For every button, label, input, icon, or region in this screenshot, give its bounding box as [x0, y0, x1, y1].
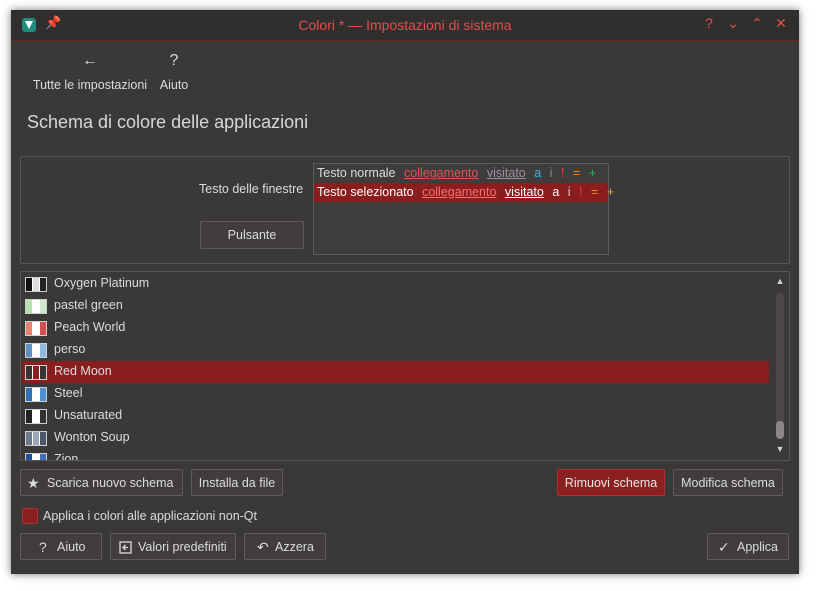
help-button-label: Aiuto	[57, 540, 86, 554]
scrollbar-thumb[interactable]	[776, 421, 784, 439]
settings-window: 📌 Colori * — Impostazioni di sistema ? ⌄…	[11, 10, 799, 574]
window-text-label: Testo delle finestre	[199, 182, 304, 196]
undo-icon: ↶	[257, 539, 269, 555]
normal-text-row: Testo normale collegamento visitato a i …	[314, 164, 608, 183]
list-item[interactable]: Red Moon	[22, 361, 769, 383]
window-title: Colori * — Impostazioni di sistema	[298, 17, 512, 33]
back-label: Tutte le impostazioni	[32, 78, 148, 92]
apply-button[interactable]: ✓ Applica	[707, 533, 789, 560]
selected-positive-sample: +	[606, 185, 615, 199]
link-sample: collegamento	[404, 166, 479, 180]
list-item[interactable]: pastel green	[22, 295, 769, 317]
selected-inactive-sample: i	[567, 185, 571, 199]
selected-text-row: Testo selezionato collegamento visitato …	[314, 183, 614, 202]
arrow-left-icon: ←	[82, 52, 98, 69]
selected-visited-sample: visitato	[504, 185, 544, 199]
scheme-name: pastel green	[54, 298, 123, 312]
color-scheme-list[interactable]: Oxygen Platinum pastel green Peach World pe…	[20, 271, 790, 461]
selected-active-sample: a	[552, 185, 560, 199]
apply-non-qt-label: Applica i colori alle applicazioni non-Q…	[43, 509, 258, 523]
apply-non-qt-checkbox[interactable]	[22, 508, 38, 524]
scheme-preview-icon	[25, 453, 47, 460]
scheme-preview-icon	[25, 277, 47, 292]
help-window-button[interactable]: ?	[701, 15, 717, 31]
scheme-name: Unsaturated	[54, 408, 123, 422]
selected-negative-sample: !	[579, 185, 583, 199]
edit-scheme-button[interactable]: Modifica schema	[673, 469, 783, 496]
back-all-settings-button[interactable]: ← Tutte le impostazioni	[23, 50, 157, 92]
title-bar[interactable]: 📌 Colori * — Impostazioni di sistema ? ⌄…	[11, 10, 799, 41]
scrollbar[interactable]: ▲ ▼	[773, 273, 787, 459]
close-button[interactable]: ✕	[773, 15, 789, 32]
scheme-name: Peach World	[54, 320, 126, 334]
defaults-button[interactable]: Valori predefiniti	[110, 533, 236, 560]
list-item[interactable]: Oxygen Platinum	[22, 273, 769, 295]
help-label: Aiuto	[159, 78, 189, 92]
list-item[interactable]: Unsaturated	[22, 405, 769, 427]
selected-link-sample: collegamento	[422, 185, 497, 199]
scheme-name: Zion	[54, 452, 79, 461]
text-sample-box: Testo normale collegamento visitato a i …	[313, 163, 614, 255]
selected-text: Testo selezionato	[317, 185, 414, 199]
help-button[interactable]: ? Aiuto	[20, 533, 102, 560]
color-preview-panel: Testo delle finestre Pulsante Testo norm…	[20, 156, 790, 264]
scheme-preview-icon	[25, 409, 47, 424]
scheme-name: perso	[54, 342, 86, 356]
scheme-preview-icon	[25, 299, 47, 314]
scroll-down-icon[interactable]: ▼	[773, 444, 787, 454]
page-title: Schema di colore delle applicazioni	[27, 112, 309, 132]
checkmark-icon: ✓	[718, 539, 730, 555]
help-icon: ?	[39, 539, 47, 555]
list-item[interactable]: Steel	[22, 383, 769, 405]
help-icon: ?	[169, 52, 179, 69]
preview-button: Pulsante	[200, 221, 304, 249]
list-item[interactable]: Wonton Soup	[22, 427, 769, 449]
scroll-up-icon[interactable]: ▲	[773, 276, 787, 286]
reset-label: Azzera	[275, 540, 314, 554]
download-scheme-button[interactable]: ★ Scarica nuovo schema	[20, 469, 183, 496]
list-item[interactable]: Peach World	[22, 317, 769, 339]
scheme-name: Red Moon	[54, 364, 112, 378]
neutral-sample: =	[572, 166, 581, 180]
remove-scheme-button[interactable]: Rimuovi schema	[557, 469, 665, 496]
scheme-preview-icon	[25, 431, 47, 446]
maximize-button[interactable]: ⌃	[749, 15, 765, 32]
restore-defaults-icon	[119, 541, 132, 554]
positive-sample: +	[588, 166, 597, 180]
inactive-sample: i	[549, 166, 553, 180]
active-sample: a	[534, 166, 542, 180]
selected-neutral-sample: =	[590, 185, 599, 199]
negative-sample: !	[560, 166, 565, 180]
normal-text: Testo normale	[317, 166, 396, 180]
scheme-name: Wonton Soup	[54, 430, 130, 444]
minimize-button[interactable]: ⌄	[725, 15, 741, 32]
download-label: Scarica nuovo schema	[47, 476, 174, 490]
defaults-label: Valori predefiniti	[138, 540, 227, 554]
scheme-name: Steel	[54, 386, 83, 400]
star-icon: ★	[27, 475, 40, 491]
help-nav-button[interactable]: ? Aiuto	[155, 50, 193, 92]
scheme-preview-icon	[25, 387, 47, 402]
install-from-file-button[interactable]: Installa da file	[191, 469, 283, 496]
visited-sample: visitato	[486, 166, 526, 180]
scheme-preview-icon	[25, 365, 47, 380]
scheme-preview-icon	[25, 343, 47, 358]
list-item[interactable]: Zion	[22, 449, 769, 461]
scheme-preview-icon	[25, 321, 47, 336]
scrollbar-track[interactable]	[776, 293, 784, 439]
scheme-name: Oxygen Platinum	[54, 276, 150, 290]
list-item[interactable]: perso	[22, 339, 769, 361]
reset-button[interactable]: ↶ Azzera	[244, 533, 326, 560]
apply-label: Applica	[737, 540, 778, 554]
